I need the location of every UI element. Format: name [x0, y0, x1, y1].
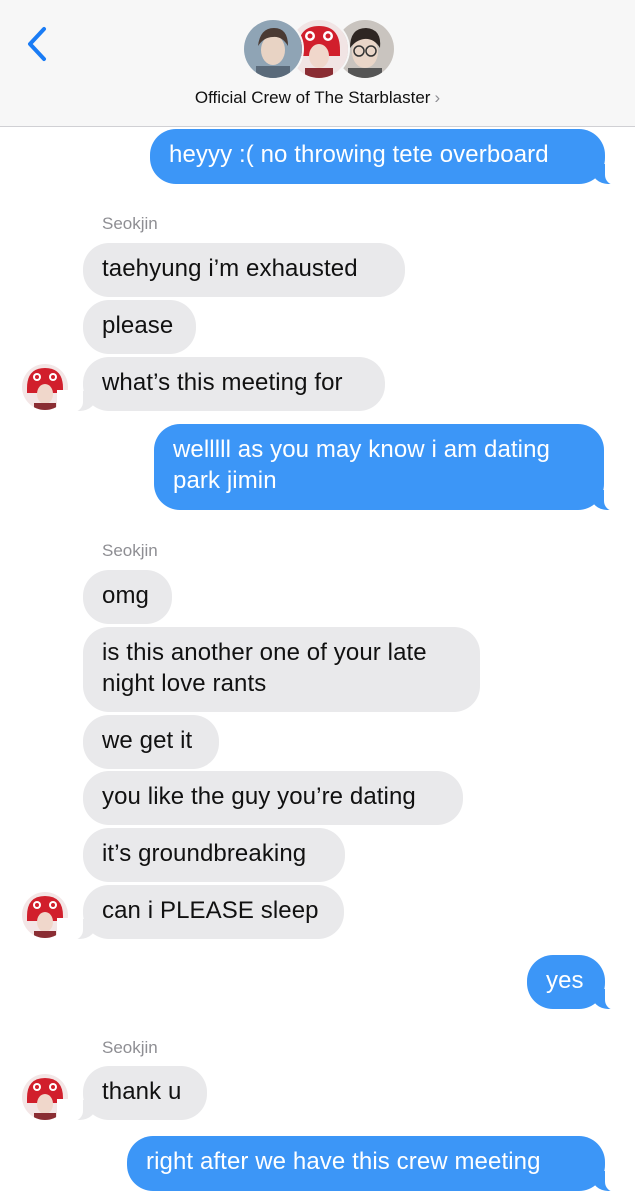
group-title: Official Crew of The Starblaster [194, 88, 431, 107]
message-text: can i PLEASE sleep [102, 897, 319, 924]
message-bubble[interactable]: heyyy :( no throwing tete overboard [150, 129, 631, 185]
message-text: right after we have this crew meeting [146, 1148, 541, 1175]
message-text-line: is this another one of your late [102, 639, 427, 666]
message-bubble[interactable]: what’s this meeting for [57, 357, 385, 412]
chevron-left-icon [28, 27, 46, 61]
message-text-line: welllll as you may know i am dating [173, 436, 550, 463]
message-text: taehyung i’m exhausted [102, 255, 358, 282]
message-bubble[interactable]: taehyung i’m exhausted [83, 243, 405, 297]
message-text: omg [102, 582, 149, 609]
message-text: what’s this meeting for [102, 369, 343, 396]
sender-name: Seokjin [102, 1038, 158, 1057]
message-text-line: night love rants [102, 670, 267, 697]
message-text: it’s groundbreaking [102, 840, 307, 867]
message-text: thank u [102, 1078, 182, 1105]
message-text: yes [546, 967, 584, 994]
message-bubble[interactable]: welllll as you may know i am dating park… [154, 424, 630, 511]
back-button[interactable] [20, 26, 56, 62]
message-bubble[interactable]: right after we have this crew meeting [127, 1136, 631, 1192]
group-title-button[interactable]: Official Crew of The Starblaster › [0, 88, 635, 108]
message-bubble[interactable]: it’s groundbreaking [83, 828, 345, 882]
message-text: please [102, 312, 174, 339]
chevron-right-icon: › [434, 88, 441, 107]
sender-name: Seokjin [102, 214, 158, 233]
message-bubble[interactable]: you like the guy you’re dating [83, 771, 463, 825]
message-text: heyyy :( no throwing tete overboard [169, 141, 549, 168]
message-bubble[interactable]: yes [527, 955, 631, 1010]
message-bubble[interactable]: please [83, 300, 196, 354]
sender-name: Seokjin [102, 541, 158, 560]
conversation-header: Official Crew of The Starblaster › [0, 0, 635, 127]
message-bubble[interactable]: omg [83, 570, 172, 624]
message-text: we get it [102, 727, 193, 754]
message-text-line: park jimin [173, 467, 277, 494]
message-text: you like the guy you’re dating [102, 783, 416, 810]
member-avatar-1 [242, 18, 304, 80]
message-bubble[interactable]: is this another one of your late night l… [83, 627, 480, 712]
group-avatars[interactable] [242, 18, 396, 80]
message-bubble[interactable]: can i PLEASE sleep [57, 885, 344, 940]
message-bubble[interactable]: we get it [83, 715, 219, 769]
message-bubble[interactable]: thank u [57, 1066, 207, 1121]
